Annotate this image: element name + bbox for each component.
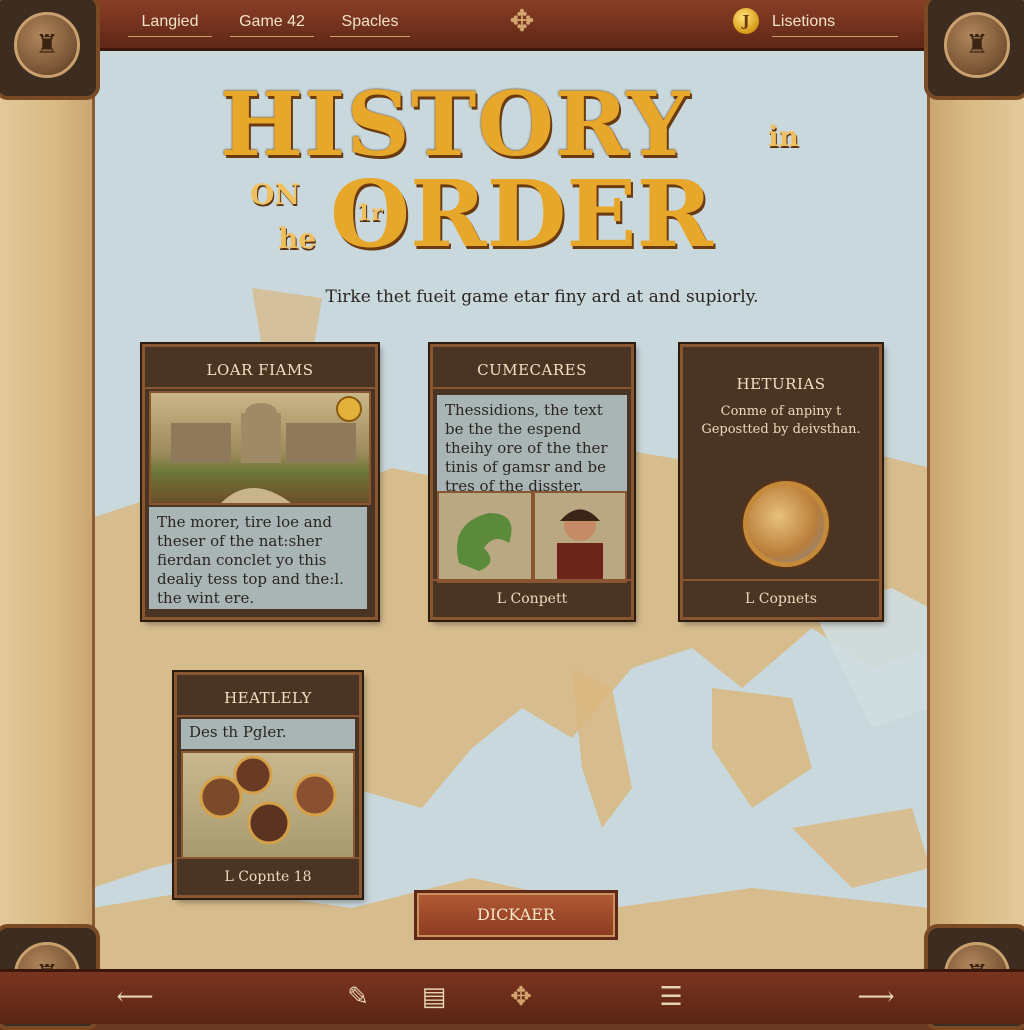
card-description: The morer, tire loe and theser of the na… bbox=[149, 507, 367, 609]
portrait-group-illustration bbox=[181, 751, 355, 859]
game-title-in: in bbox=[768, 120, 799, 153]
tab-game[interactable]: Game 42 bbox=[230, 10, 314, 37]
tab-spacles[interactable]: Spacles bbox=[330, 10, 410, 37]
card-description: Des th Pgler. bbox=[181, 719, 355, 749]
card-footer: L Copnets bbox=[683, 579, 879, 617]
game-title-on: ON bbox=[250, 178, 300, 211]
tab-langied[interactable]: Langied bbox=[128, 10, 212, 37]
card-title: CUMECARES bbox=[433, 353, 631, 389]
back-arrow-icon[interactable]: ⟵ bbox=[108, 982, 162, 1012]
subtitle: Tirke thet fueit game etar finy ard at a… bbox=[325, 287, 759, 307]
card-description: Conme of anpiny t Gepostted by deivsthan… bbox=[701, 404, 861, 437]
game-title-the: he bbox=[278, 222, 317, 255]
game-title-line2: ORDER bbox=[330, 160, 713, 268]
card-heturias[interactable]: HETURIAS Conme of anpiny t Gepostted by … bbox=[680, 344, 882, 620]
corner-medallion-top-right[interactable]: ♜ bbox=[924, 0, 1024, 100]
portrait-illustration bbox=[533, 491, 627, 583]
left-parchment-border bbox=[0, 48, 95, 972]
emblem-icon: ✥ bbox=[510, 982, 532, 1012]
card-loar-fiams[interactable]: LOAR FIAMS The morer, tire loe and these… bbox=[142, 344, 378, 620]
decide-button[interactable]: DICKAER bbox=[414, 890, 618, 940]
corner-medallion-top-left[interactable]: ♜ bbox=[0, 0, 100, 100]
game-title-badge: 1r bbox=[356, 200, 383, 226]
palace-illustration bbox=[171, 396, 362, 503]
forward-arrow-icon[interactable]: ⟶ bbox=[836, 982, 916, 1012]
coin-icon: J bbox=[733, 8, 759, 34]
top-bar: Langied Game 42 Spacles ✥ J Lisetions bbox=[0, 0, 1024, 51]
emblem-icon: ✥ bbox=[509, 4, 535, 39]
card-footer: L Copnte 18 bbox=[177, 857, 359, 895]
card-title: LOAR FIAMS bbox=[145, 353, 375, 389]
card-cumecares[interactable]: CUMECARES Thessidions, the text be the t… bbox=[430, 344, 634, 620]
card-title: HEATLELY bbox=[177, 681, 359, 717]
card-illustration bbox=[149, 391, 371, 505]
right-parchment-border bbox=[927, 48, 1024, 972]
settings-link[interactable]: Lisetions bbox=[772, 10, 898, 37]
feather-icon[interactable]: ✎ bbox=[340, 982, 376, 1012]
card-footer: L Conpett bbox=[433, 579, 631, 617]
shield-icon: ♜ bbox=[14, 12, 80, 78]
book-icon[interactable]: ▤ bbox=[418, 982, 450, 1012]
map-medallion-icon[interactable] bbox=[743, 481, 829, 567]
list-icon[interactable]: ☰ bbox=[654, 982, 688, 1012]
bottom-bar: ⟵ ✎ ▤ ✥ ☰ ⟶ bbox=[0, 969, 1024, 1024]
shield-icon: ♜ bbox=[944, 12, 1010, 78]
card-title: HETURIAS bbox=[736, 375, 826, 393]
dragon-illustration bbox=[437, 491, 533, 583]
card-heatlely[interactable]: HEATLELY Des th Pgler. L Copnte 18 bbox=[174, 672, 362, 898]
card-description: Thessidions, the text be the the espend … bbox=[437, 395, 627, 495]
